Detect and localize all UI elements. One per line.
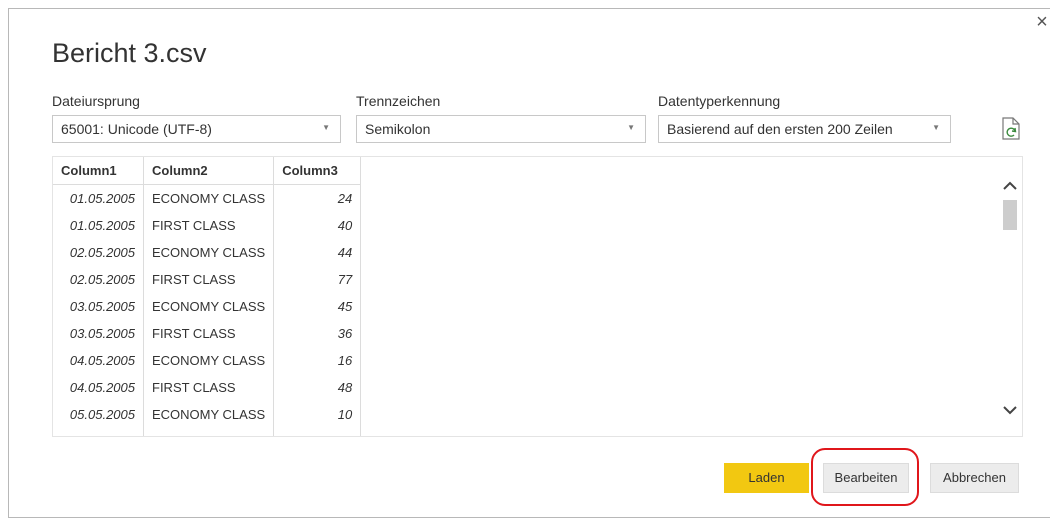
cell-date: 01.05.2005	[53, 184, 144, 212]
type-detection-value: Basierend auf den ersten 200 Zeilen	[667, 121, 893, 137]
chevron-down-icon: ▼	[627, 123, 635, 132]
chevron-up-icon[interactable]	[1001, 179, 1019, 193]
cell-class: FIRST CLASS	[143, 266, 275, 293]
cell-class: ECONOMY CLASS	[143, 239, 275, 266]
close-icon[interactable]: ×	[1032, 12, 1052, 32]
delimiter-select[interactable]: Semikolon ▼	[356, 115, 646, 143]
csv-import-dialog: × Bericht 3.csv Dateiursprung 65001: Uni…	[0, 0, 1058, 528]
edit-button[interactable]: Bearbeiten	[823, 463, 909, 493]
cell-class: ECONOMY CLASS	[143, 184, 275, 212]
chevron-down-icon: ▼	[322, 123, 330, 132]
type-detection-label: Datentyperkennung	[658, 93, 781, 109]
delimiter-value: Semikolon	[365, 121, 431, 137]
chevron-down-icon: ▼	[932, 123, 940, 132]
cell-date: 04.05.2005	[53, 374, 144, 401]
cell-class: FIRST CLASS	[143, 212, 275, 239]
column-header[interactable]: Column2	[143, 157, 275, 185]
scroll-thumb[interactable]	[1003, 200, 1017, 230]
cell-class: FIRST CLASS	[143, 320, 275, 347]
cell-class: ECONOMY CLASS	[143, 401, 275, 428]
column-header[interactable]: Column1	[53, 157, 144, 185]
cell-date: 03.05.2005	[53, 293, 144, 320]
cell-count: 44	[273, 239, 362, 266]
cell-class: ECONOMY CLASS	[143, 347, 275, 374]
cell-count: 40	[273, 212, 362, 239]
preview-table: Column1 Column2 Column3 01.05.2005 ECONO…	[53, 157, 362, 436]
cell-count: 36	[273, 320, 362, 347]
dialog-title: Bericht 3.csv	[52, 38, 207, 68]
cell-date: 03.05.2005	[53, 320, 144, 347]
table-row-partial	[53, 428, 362, 436]
file-origin-select[interactable]: 65001: Unicode (UTF-8) ▼	[52, 115, 341, 143]
cell-date: 01.05.2005	[53, 212, 144, 239]
cancel-button[interactable]: Abbrechen	[930, 463, 1019, 493]
refresh-document-icon[interactable]	[1000, 116, 1022, 142]
vertical-scrollbar[interactable]	[998, 157, 1022, 436]
table-row: 02.05.2005 ECONOMY CLASS 44	[53, 239, 362, 266]
cell-count: 10	[273, 401, 362, 428]
header-row: Column1 Column2 Column3	[53, 157, 362, 185]
chevron-down-icon[interactable]	[1001, 403, 1019, 417]
cell-count: 48	[273, 374, 362, 401]
preview-grid[interactable]: Column1 Column2 Column3 01.05.2005 ECONO…	[52, 156, 1023, 437]
table-row: 01.05.2005 ECONOMY CLASS 24	[53, 184, 362, 212]
delimiter-label: Trennzeichen	[356, 93, 441, 109]
cell-date: 02.05.2005	[53, 266, 144, 293]
type-detection-select[interactable]: Basierend auf den ersten 200 Zeilen ▼	[658, 115, 951, 143]
table-row: 01.05.2005 FIRST CLASS 40	[53, 212, 362, 239]
cell-count: 45	[273, 293, 362, 320]
cell-class: ECONOMY CLASS	[143, 293, 275, 320]
cell-class: FIRST CLASS	[143, 374, 275, 401]
cell-count: 16	[273, 347, 362, 374]
cell-count: 24	[273, 184, 362, 212]
table-row: 03.05.2005 ECONOMY CLASS 45	[53, 293, 362, 320]
table-row: 03.05.2005 FIRST CLASS 36	[53, 320, 362, 347]
cell-date: 05.05.2005	[53, 401, 144, 428]
load-button[interactable]: Laden	[724, 463, 809, 493]
table-row: 02.05.2005 FIRST CLASS 77	[53, 266, 362, 293]
table-row: 04.05.2005 FIRST CLASS 48	[53, 374, 362, 401]
file-origin-value: 65001: Unicode (UTF-8)	[61, 121, 212, 137]
cell-count: 77	[273, 266, 362, 293]
column-header[interactable]: Column3	[273, 157, 362, 185]
cell-date: 02.05.2005	[53, 239, 144, 266]
cell-date: 04.05.2005	[53, 347, 144, 374]
file-origin-label: Dateiursprung	[52, 93, 140, 109]
table-row: 04.05.2005 ECONOMY CLASS 16	[53, 347, 362, 374]
table-row: 05.05.2005 ECONOMY CLASS 10	[53, 401, 362, 428]
